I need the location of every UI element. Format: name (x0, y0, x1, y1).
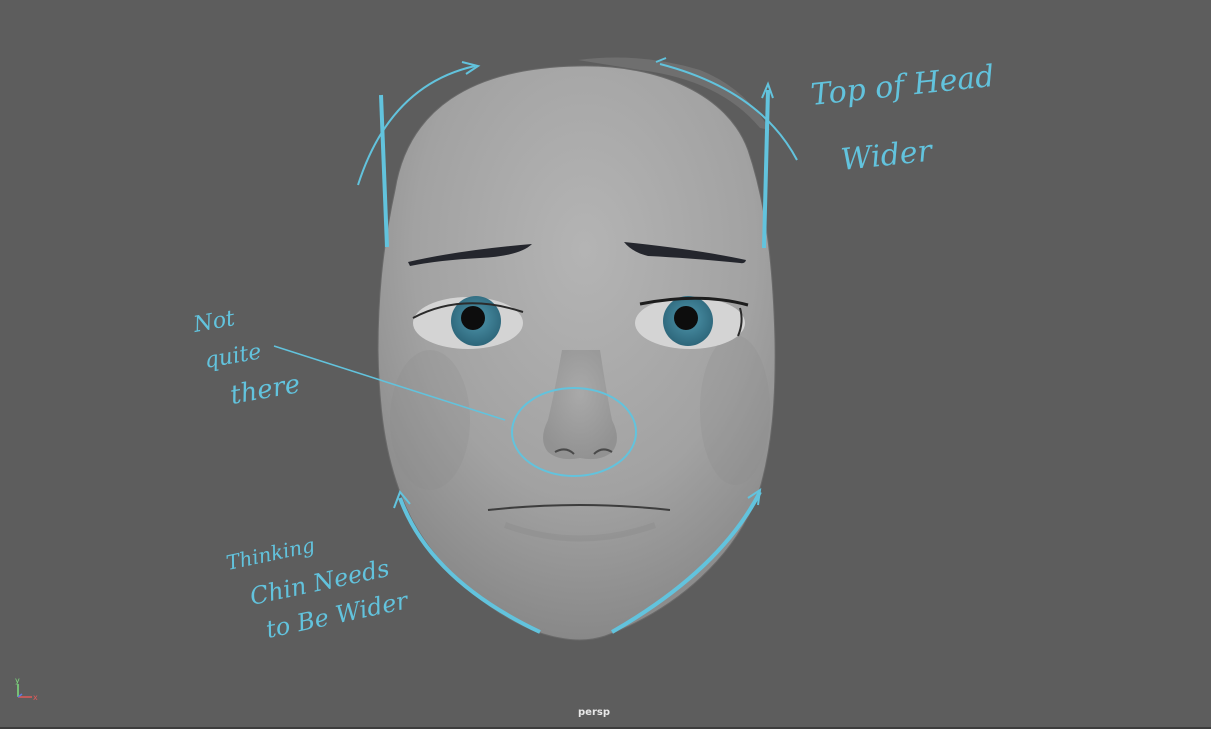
note-chin-line1: Thinking (224, 533, 317, 575)
right-side-line (761, 81, 774, 249)
axis-gizmo: y x (15, 676, 38, 702)
axis-x-label: x (33, 693, 38, 702)
note-nose: Not quite there (191, 306, 303, 411)
note-top-line2: Wider (839, 133, 935, 178)
note-nose-line1: Not (191, 306, 237, 338)
note-chin: Thinking Chin Needs to Be Wider (224, 533, 412, 644)
maya-viewport[interactable]: Top of Head Wider Not quite there Thinki… (0, 0, 1211, 729)
note-nose-line3: there (228, 369, 303, 411)
left-cheek-shade (390, 350, 470, 490)
scene-canvas[interactable]: Top of Head Wider Not quite there Thinki… (0, 0, 1211, 729)
left-side-line (379, 94, 389, 248)
note-nose-line2: quite (203, 339, 264, 374)
right-cheek-shade (700, 335, 770, 485)
axis-y-label: y (15, 676, 20, 685)
note-top-line1: Top of Head (809, 59, 996, 113)
camera-name-label: persp (578, 707, 610, 718)
note-top-of-head: Top of Head Wider (809, 59, 996, 178)
